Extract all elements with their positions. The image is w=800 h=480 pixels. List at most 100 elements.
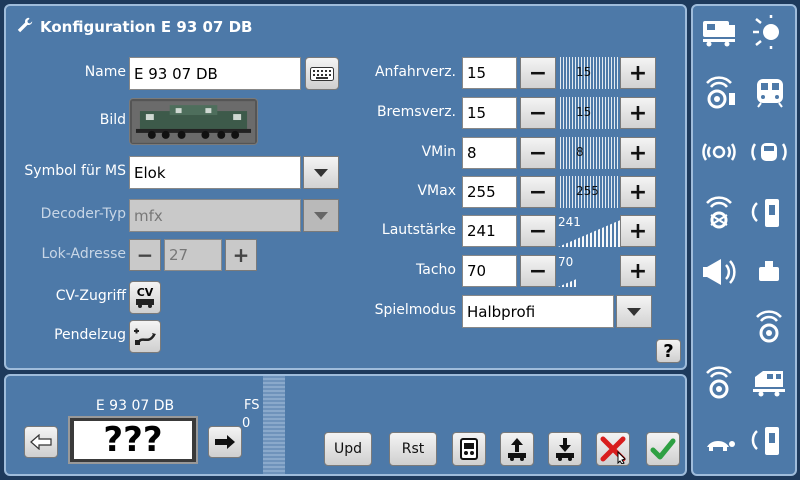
ok-button[interactable]: [646, 432, 680, 466]
address-plus-button: +: [225, 239, 257, 271]
prev-loco-button[interactable]: [24, 426, 58, 458]
spielmodus-dropdown-button[interactable]: [616, 295, 652, 328]
name-input[interactable]: E 93 07 DB: [129, 57, 301, 90]
side-radio-wheel-3-button[interactable]: [697, 362, 741, 402]
name-label: Name: [84, 64, 126, 80]
row-minus-button[interactable]: −: [520, 215, 556, 247]
row-value-input[interactable]: 8: [462, 137, 517, 169]
keyboard-button[interactable]: [305, 57, 339, 90]
address-minus-button: −: [129, 239, 161, 271]
address-input: 27: [164, 239, 222, 271]
help-button[interactable]: ?: [656, 339, 681, 363]
chevron-down-icon: [314, 211, 328, 220]
cv-text: CV: [136, 286, 154, 299]
next-loco-button[interactable]: [208, 426, 242, 458]
cabin-icon: [757, 79, 783, 108]
download-loco-button[interactable]: [548, 432, 582, 466]
check-icon: [650, 438, 676, 460]
side-turtle-button[interactable]: [697, 420, 741, 460]
side-horn-button[interactable]: [697, 252, 741, 292]
side-radio-wheel-2-button[interactable]: [747, 306, 791, 346]
side-weight-button[interactable]: [747, 252, 791, 292]
locomotive-image: [132, 100, 255, 143]
arrow-left-icon: [30, 434, 52, 450]
loco-card-button[interactable]: [452, 432, 486, 466]
row-value-input[interactable]: 15: [462, 57, 517, 89]
wrench-icon: [16, 16, 34, 38]
locomotive-icon: [703, 21, 735, 47]
side-panel: [691, 4, 797, 476]
row-minus-button[interactable]: −: [520, 176, 556, 208]
address-label: Lok-Adresse: [41, 246, 126, 262]
decoder-dropdown-button: [303, 199, 339, 232]
fs-value: 0: [242, 416, 251, 431]
side-coupler-2-button[interactable]: [747, 420, 791, 460]
arrow-up-train-icon: [508, 438, 526, 461]
meter-value: 255: [576, 184, 599, 198]
symbol-dropdown-button[interactable]: [303, 156, 339, 189]
side-cabin-button[interactable]: [747, 72, 791, 112]
config-panel: Konfiguration E 93 07 DB Name E 93 07 DB…: [4, 4, 687, 370]
row-plus-button[interactable]: +: [620, 215, 656, 247]
smoke-generator-icon: [706, 196, 732, 229]
bild-label: Bild: [99, 112, 126, 128]
cv-button[interactable]: CV: [129, 281, 161, 314]
meter-value: 15: [576, 105, 592, 119]
pendel-label: Pendelzug: [54, 327, 126, 343]
row-minus-button[interactable]: −: [520, 255, 556, 287]
row-label: Bremsverz.: [376, 104, 456, 120]
railcar-icon: [753, 371, 785, 397]
close-icon: [600, 436, 626, 464]
loco-image-button[interactable]: [129, 98, 258, 145]
upd-button[interactable]: Upd: [324, 432, 372, 466]
train-small-icon: [136, 299, 154, 308]
row-value-input[interactable]: 241: [462, 215, 517, 247]
title-text: Konfiguration E 93 07 DB: [40, 18, 253, 36]
row-label: VMin: [421, 144, 456, 160]
pendel-button[interactable]: [129, 320, 161, 353]
side-smoke-button[interactable]: [697, 192, 741, 232]
panel-title: Konfiguration E 93 07 DB: [16, 16, 252, 38]
row-plus-button[interactable]: +: [620, 176, 656, 208]
row-minus-button[interactable]: −: [520, 97, 556, 129]
meter-value: 15: [576, 65, 592, 79]
side-sound-cabin-button[interactable]: [747, 132, 791, 172]
loco-panel: E 93 07 DB ??? FS 0 Upd Rst: [4, 374, 687, 476]
side-loco-list-button[interactable]: [697, 12, 741, 52]
upload-loco-button[interactable]: [500, 432, 534, 466]
chevron-down-icon: [627, 307, 641, 316]
row-value-input[interactable]: 255: [462, 176, 517, 208]
side-railcar-button[interactable]: [747, 362, 791, 402]
cancel-button[interactable]: [596, 432, 630, 466]
sound-wheel-icon: [702, 143, 736, 161]
row-value-input[interactable]: 15: [462, 97, 517, 129]
radio-wheel-icon: [706, 76, 735, 109]
loco-display-text: ???: [74, 420, 192, 460]
keyboard-icon: [310, 66, 334, 81]
loco-display[interactable]: ???: [68, 416, 198, 464]
row-value-input[interactable]: 70: [462, 255, 517, 287]
row-label: Tacho: [416, 262, 456, 278]
symbol-label: Symbol für MS: [24, 163, 126, 179]
coupler-icon: [751, 427, 779, 455]
side-sound-wheel-button[interactable]: [697, 132, 741, 172]
chevron-down-icon: [314, 168, 328, 177]
spielmodus-select[interactable]: Halbprofi: [462, 295, 614, 328]
light-icon: [753, 15, 779, 49]
speed-bar[interactable]: [263, 376, 285, 474]
weight-icon: [759, 261, 779, 281]
row-minus-button[interactable]: −: [520, 137, 556, 169]
row-plus-button[interactable]: +: [620, 97, 656, 129]
row-label: Anfahrverz.: [374, 64, 456, 80]
rst-button[interactable]: Rst: [389, 432, 437, 466]
row-plus-button[interactable]: +: [620, 255, 656, 287]
side-radio-wheel-button[interactable]: [697, 72, 741, 112]
row-plus-button[interactable]: +: [620, 57, 656, 89]
symbol-select[interactable]: Elok: [129, 156, 301, 189]
spielmodus-label: Spielmodus: [374, 302, 456, 318]
side-light-button[interactable]: [747, 12, 791, 52]
side-coupler-button[interactable]: [747, 192, 791, 232]
coupler-icon: [751, 199, 779, 227]
row-plus-button[interactable]: +: [620, 137, 656, 169]
row-minus-button[interactable]: −: [520, 57, 556, 89]
